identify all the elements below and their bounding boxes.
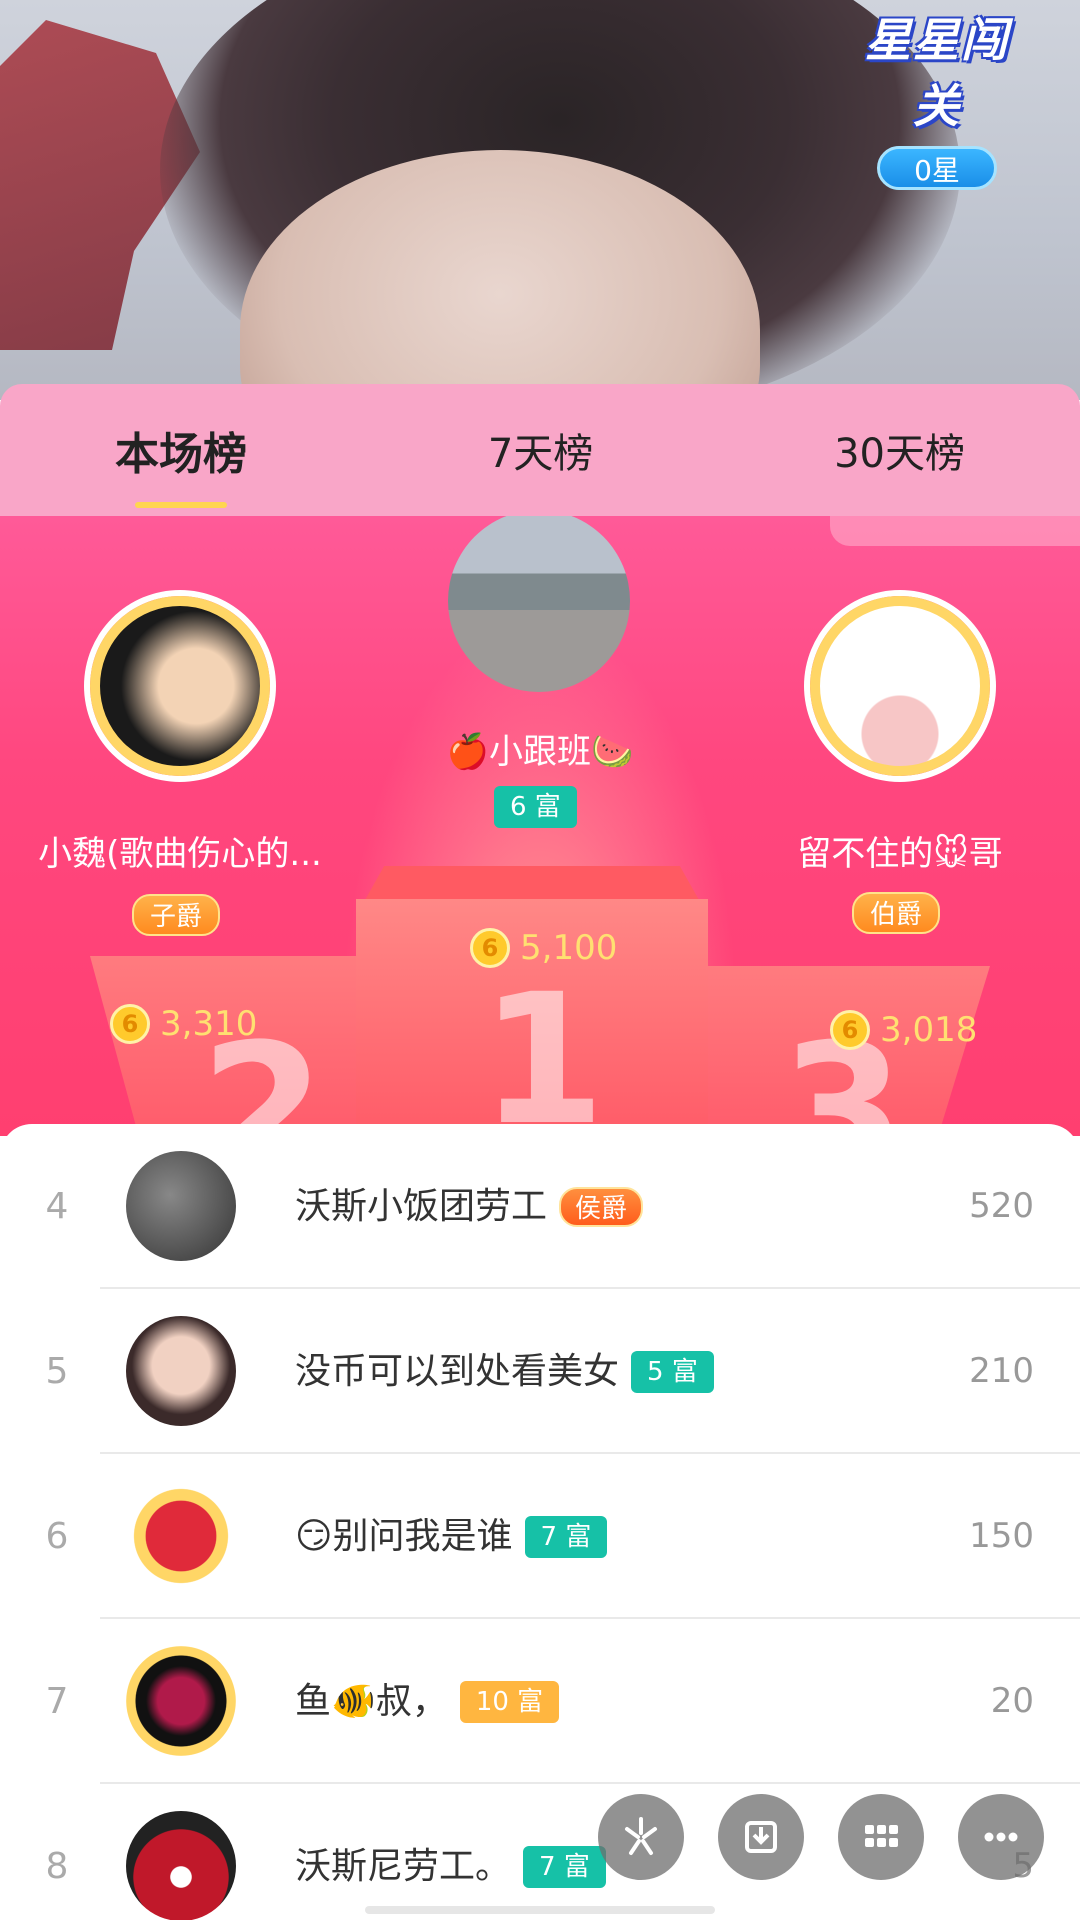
- row-name-text: 沃斯尼劳工。: [295, 1846, 512, 1887]
- noble-badge-third: 伯爵: [852, 892, 941, 934]
- row-avatar[interactable]: [126, 1316, 236, 1426]
- star-challenge-title: 星星闯关: [865, 13, 1009, 133]
- row-name: 沃斯小饭团劳工 侯爵: [295, 1124, 644, 1289]
- row-avatar[interactable]: [126, 1481, 236, 1591]
- list-row[interactable]: 5 没币可以到处看美女 5 富 210: [0, 1289, 1080, 1454]
- row-rank: 4: [45, 1186, 69, 1227]
- name-second[interactable]: 小魏(歌曲伤心的...: [20, 826, 340, 875]
- coin-icon: 6: [830, 1010, 870, 1050]
- row-avatar[interactable]: [126, 1811, 236, 1920]
- grid-icon[interactable]: [838, 1794, 924, 1880]
- top-three-podium: 2 1 3 🍎小跟班🍉 6 富 6 5,100 小魏(歌曲伤心的... 子爵 6…: [0, 516, 1080, 1136]
- noble-badge-second: 子爵: [132, 894, 221, 936]
- star-count-pill: 0星: [877, 146, 997, 190]
- row-name-text: 😏别问我是谁: [295, 1516, 513, 1557]
- live-video-background: 星星闯关 0星: [0, 0, 1080, 400]
- row-level-badge: 5 富: [631, 1350, 714, 1393]
- row-score: 150: [969, 1516, 1034, 1556]
- coins-first: 6 5,100: [470, 928, 617, 968]
- row-level-badge: 7 富: [523, 1845, 606, 1888]
- row-rank: 8: [45, 1846, 69, 1887]
- avatar-second[interactable]: [90, 596, 270, 776]
- podium-numeral-first: 1: [480, 956, 606, 1136]
- row-noble-badge: 侯爵: [559, 1186, 644, 1227]
- avatar-third[interactable]: [810, 596, 990, 776]
- row-name: 沃斯尼劳工。 7 富: [295, 1784, 606, 1920]
- floating-action-bar: [598, 1794, 1044, 1880]
- coins-third-value: 3,018: [880, 1010, 978, 1050]
- coins-third: 6 3,018: [830, 1010, 977, 1050]
- list-row[interactable]: 4 沃斯小饭团劳工 侯爵 520: [0, 1124, 1080, 1289]
- row-name-text: 没币可以到处看美女: [295, 1351, 620, 1392]
- list-row[interactable]: 7 鱼🐠叔， 10 富 20: [0, 1619, 1080, 1784]
- list-row[interactable]: 6 😏别问我是谁 7 富 150: [0, 1454, 1080, 1619]
- download-icon[interactable]: [718, 1794, 804, 1880]
- row-level-badge: 7 富: [524, 1515, 608, 1558]
- name-first[interactable]: 🍎小跟班🍉: [340, 724, 740, 773]
- coins-first-value: 5,100: [520, 928, 618, 968]
- row-avatar[interactable]: [126, 1151, 236, 1261]
- tab-7-days[interactable]: 7天榜: [488, 421, 593, 479]
- tab-30-days[interactable]: 30天榜: [834, 421, 965, 479]
- more-icon[interactable]: [958, 1794, 1044, 1880]
- name-third[interactable]: 留不住的🐭哥: [760, 826, 1040, 875]
- row-score: 210: [969, 1351, 1034, 1391]
- coins-second: 6 3,310: [110, 1004, 257, 1044]
- row-name: 😏别问我是谁 7 富: [295, 1454, 608, 1619]
- row-name: 鱼🐠叔， 10 富: [295, 1619, 560, 1784]
- row-score: 20: [990, 1681, 1034, 1721]
- row-rank: 7: [45, 1681, 69, 1722]
- row-level-badge: 10 富: [459, 1680, 560, 1723]
- row-rank: 6: [45, 1516, 69, 1557]
- level-badge-first: 6 富: [494, 786, 577, 828]
- row-avatar[interactable]: [126, 1646, 236, 1756]
- row-score: 520: [969, 1186, 1034, 1226]
- coin-icon: 6: [470, 928, 510, 968]
- tab-this-session[interactable]: 本场榜: [115, 418, 247, 508]
- row-name-text: 沃斯小饭团劳工: [295, 1186, 548, 1227]
- star-challenge-widget[interactable]: 星星闯关 0星: [842, 4, 1032, 190]
- ranking-tabs: 本场榜 7天榜 30天榜: [0, 384, 1080, 516]
- podium-hint-bar: [830, 516, 1080, 546]
- home-indicator[interactable]: [365, 1906, 715, 1914]
- row-rank: 5: [45, 1351, 69, 1392]
- row-name: 没币可以到处看美女 5 富: [295, 1289, 714, 1454]
- coins-second-value: 3,310: [160, 1004, 258, 1044]
- row-name-text: 鱼🐠叔，: [295, 1681, 448, 1722]
- share-icon[interactable]: [598, 1794, 684, 1880]
- avatar-first[interactable]: [448, 516, 630, 692]
- coin-icon: 6: [110, 1004, 150, 1044]
